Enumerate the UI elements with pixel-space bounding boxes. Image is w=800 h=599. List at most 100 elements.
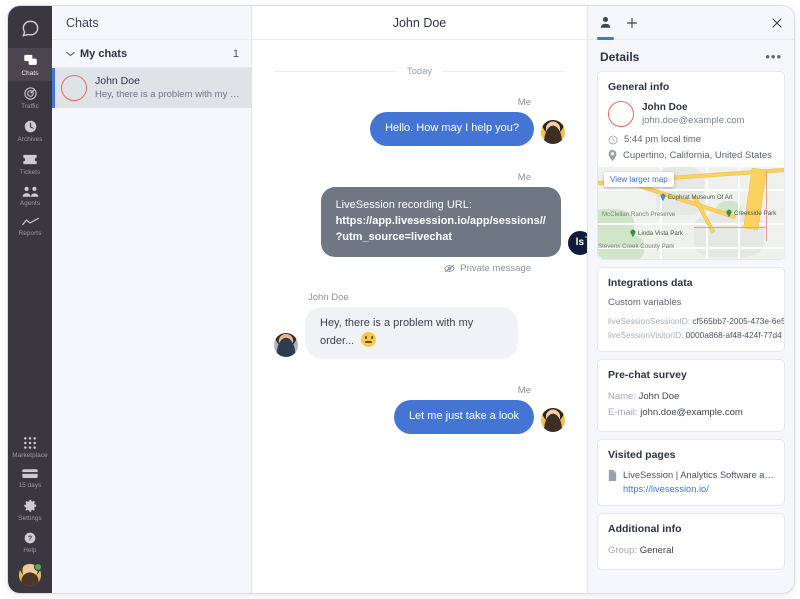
sidebar-item-marketplace[interactable]: Marketplace <box>8 431 52 463</box>
map-poi: Stevens Creek County Park <box>598 243 674 250</box>
chat-list-avatar <box>61 75 87 102</box>
sidebar-label-agents: Agents <box>19 200 41 207</box>
location-map[interactable]: Euphrat Museum Of Art Creekside Park McC… <box>598 167 784 260</box>
sidebar-item-chats[interactable]: Chats <box>8 48 52 81</box>
message-text: Hey, there is a problem with my order... <box>320 316 474 347</box>
sidebar-label-reports: Reports <box>18 230 42 237</box>
agents-people-icon <box>22 185 39 198</box>
message-list: Today Me Hello. How may I help you? Me L… <box>252 40 587 593</box>
plus-icon <box>625 16 639 30</box>
customer-identity: John Doe john.doe@example.com <box>642 101 745 127</box>
sidebar-label-trial-days: 15 days <box>18 482 42 489</box>
avatar[interactable] <box>19 563 42 586</box>
map-pin-icon <box>630 229 636 238</box>
private-message-url-line-2: ?utm_source=livechat <box>335 230 453 243</box>
message-sender-label: Me <box>517 384 531 396</box>
message-sender-label: John Doe <box>308 291 349 303</box>
pre-chat-survey-heading: Pre-chat survey <box>608 368 687 381</box>
sidebar-item-traffic[interactable]: Traffic <box>8 81 52 114</box>
message-bubble: Hello. How may I help you? <box>370 112 534 146</box>
sidebar-item-help[interactable]: ? Help <box>8 526 52 558</box>
customer-email: john.doe@example.com <box>642 114 745 126</box>
custom-variable-row: liveSessionSessionID: cf565bb7-2005-473e… <box>608 315 784 328</box>
trial-card-icon <box>22 468 38 480</box>
custom-variable-value: 0000a868-af48-424f-77d4 <box>685 329 782 340</box>
livechat-app-window: Chats Traffic Archives Tickets Agents Re… <box>8 6 794 593</box>
divider-line-right <box>442 71 566 72</box>
sidebar-item-trial-days[interactable]: 15 days <box>8 463 52 493</box>
tickets-icon <box>22 152 38 167</box>
map-poi-label: Euphrat Museum Of Art <box>668 193 733 201</box>
map-poi: McClellan Ranch Preserve <box>602 211 675 218</box>
more-options-icon[interactable]: ••• <box>765 49 782 64</box>
conversation-panel: John Doe Today Me Hello. How may I help … <box>252 6 588 593</box>
list-item[interactable]: John Doe Hey, there is a problem with my… <box>52 68 251 109</box>
visited-page-texts: LiveSession | Analytics Software and Ses… <box>623 469 774 496</box>
svg-text:?: ? <box>28 536 32 543</box>
day-divider-label: Today <box>406 66 433 77</box>
tab-customer-details[interactable] <box>597 6 614 40</box>
person-icon <box>598 15 613 30</box>
survey-value: John Doe <box>638 390 680 402</box>
online-status-indicator <box>34 563 42 571</box>
reports-chart-icon <box>21 216 39 228</box>
page-title: Chats <box>66 15 99 30</box>
view-larger-map-button[interactable]: View larger map <box>604 172 674 188</box>
additional-info-heading: Additional info <box>608 523 682 536</box>
visited-pages-heading: Visited pages <box>608 449 676 462</box>
map-pin-icon <box>660 193 666 202</box>
eye-off-icon <box>444 264 456 273</box>
location-row: Cupertino, California, United States <box>608 150 774 162</box>
sidebar-item-tickets[interactable]: Tickets <box>8 147 52 180</box>
message-row-incoming: Hey, there is a problem with my order... <box>274 306 565 359</box>
agent-avatar <box>541 407 565 432</box>
tab-add-panel[interactable] <box>625 6 639 40</box>
private-message-url-line-1: https://app.livesession.io/app/sessions/… <box>335 214 546 227</box>
sidebar-item-settings[interactable]: Settings <box>8 493 52 526</box>
message-row-private: LiveSession recording URL: https://app.l… <box>274 186 587 257</box>
sidebar-label-tickets: Tickets <box>19 169 41 176</box>
local-time-row: 5:44 pm local time <box>608 134 774 145</box>
message-sender-label: Me <box>517 171 531 183</box>
help-question-icon: ? <box>23 531 37 545</box>
visited-pages-card: Visited pages LiveSession | Analytics So… <box>597 439 785 507</box>
close-icon[interactable] <box>770 16 784 30</box>
sidebar-item-archives[interactable]: Archives <box>8 114 52 147</box>
visited-page-url[interactable]: https://livesession.io/ <box>623 483 774 496</box>
sidebar-item-reports[interactable]: Reports <box>8 211 52 241</box>
integrations-data-card: Integrations data Custom variables liveS… <box>597 267 785 352</box>
private-message-label: Private message <box>460 262 531 274</box>
marketplace-grid-icon <box>23 436 37 450</box>
archives-clock-icon <box>23 119 38 134</box>
map-poi: Linda Vista Park <box>630 229 683 238</box>
livechat-logo[interactable] <box>8 10 52 46</box>
message-sender-label: Me <box>517 97 531 108</box>
sidebar-item-agents[interactable]: Agents <box>8 180 52 211</box>
message-bubble-group: Let me just take a look <box>393 399 565 434</box>
survey-key: Name: <box>608 390 636 402</box>
message-row-outgoing: Let me just take a look <box>274 399 565 434</box>
private-message-lead: LiveSession recording URL: <box>335 198 472 211</box>
map-pin-icon <box>608 150 617 162</box>
chat-section-my-chats[interactable]: My chats 1 <box>52 40 251 68</box>
general-info-card: General info John Doe john.doe@example.c… <box>597 71 785 261</box>
main-navigation-sidebar: Chats Traffic Archives Tickets Agents Re… <box>8 6 52 593</box>
conversation-header: John Doe <box>252 6 587 40</box>
general-info-person: John Doe john.doe@example.com <box>608 101 774 128</box>
agent-avatar <box>541 119 565 144</box>
day-divider: Today <box>274 66 566 77</box>
conversation-title: John Doe <box>392 15 447 30</box>
map-poi-label: Creekside Park <box>734 209 777 217</box>
chat-list-name: John Doe <box>95 75 140 87</box>
pre-chat-survey-card: Pre-chat survey Name: John Doe E-mail: j… <box>597 358 785 433</box>
gear-icon <box>23 498 38 513</box>
details-tab-bar <box>588 6 794 40</box>
clock-icon <box>608 135 618 145</box>
details-header: Details ••• <box>588 40 794 71</box>
custom-variables-label: Custom variables <box>608 297 682 309</box>
survey-row: Name: John Doe <box>608 389 774 406</box>
sidebar-label-marketplace: Marketplace <box>12 452 48 459</box>
custom-variable-value: cf565bb7-2005-473e-6e5 <box>692 316 785 327</box>
sidebar-bottom-group: Marketplace 15 days Settings ? Help <box>8 431 52 589</box>
additional-info-row: Group: General <box>608 543 774 560</box>
